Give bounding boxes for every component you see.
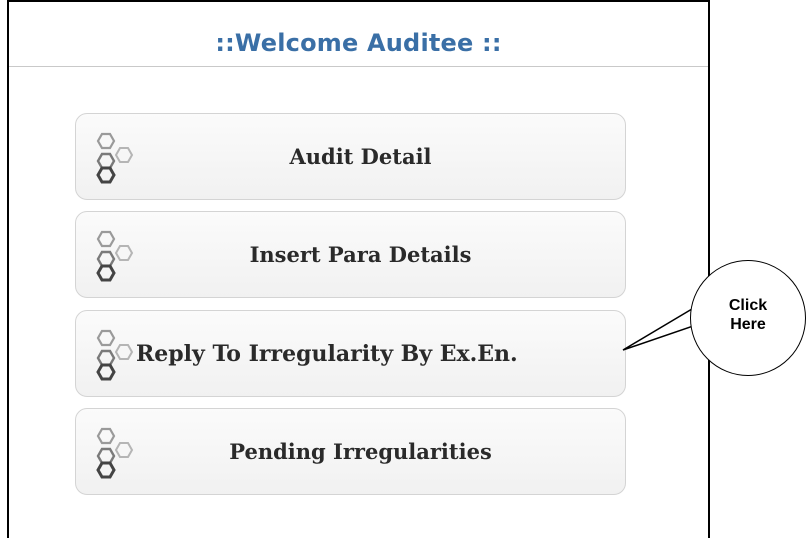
reply-to-irregularity-button[interactable]: Reply To Irregularity By Ex.En.	[75, 310, 626, 397]
audit-detail-button[interactable]: Audit Detail	[75, 113, 626, 200]
audit-detail-label: Audit Detail	[289, 144, 432, 169]
reply-to-irregularity-label: Reply To Irregularity By Ex.En.	[136, 340, 518, 367]
callout-text: Click Here	[728, 297, 768, 333]
insert-para-details-label: Insert Para Details	[249, 242, 472, 267]
insert-para-details-button[interactable]: Insert Para Details	[75, 211, 626, 298]
pending-irregularities-label: Pending Irregularities	[229, 439, 492, 464]
title-divider	[9, 66, 708, 67]
click-here-callout: Click Here	[690, 260, 806, 376]
pending-irregularities-button[interactable]: Pending Irregularities	[75, 408, 626, 495]
page-title: ::Welcome Auditee ::	[215, 29, 502, 57]
auditee-panel: ::Welcome Auditee :: Audit Detail Insert…	[7, 0, 710, 538]
screen: ::Welcome Auditee :: Audit Detail Insert…	[0, 0, 808, 538]
